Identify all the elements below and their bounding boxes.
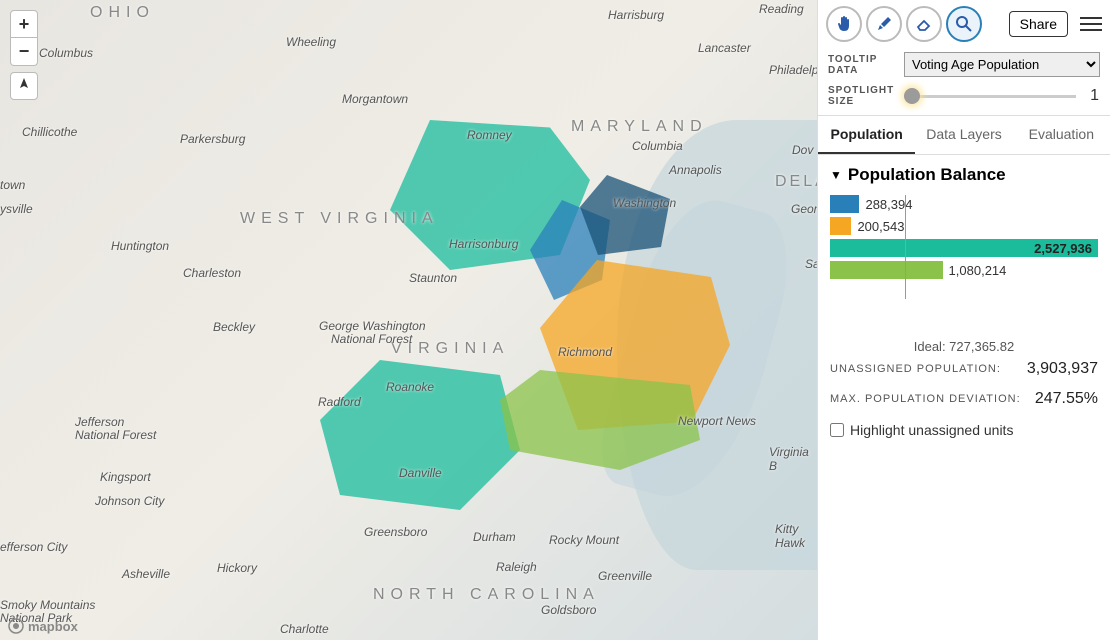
city-label: Goldsboro [541, 603, 596, 617]
bar-value: 2,527,936 [1032, 241, 1094, 256]
bar-row: 200,543 [830, 217, 1098, 235]
tooltip-data-select[interactable]: Voting Age Population [904, 52, 1100, 77]
slider-thumb[interactable] [904, 88, 920, 104]
city-label: National Forest [331, 332, 412, 346]
share-button[interactable]: Share [1009, 11, 1068, 37]
city-label: Staunton [409, 271, 457, 285]
city-label: Greensboro [364, 525, 427, 539]
menu-button[interactable] [1080, 17, 1102, 31]
bar-value: 1,080,214 [949, 263, 1007, 278]
stat-label: MAX. POPULATION DEVIATION: [830, 393, 1021, 405]
tab-evaluation[interactable]: Evaluation [1013, 116, 1110, 154]
city-label: Morgantown [342, 92, 408, 106]
city-label: Reading [759, 2, 804, 16]
city-label: Raleigh [496, 560, 537, 574]
compass-icon [17, 78, 31, 94]
tooltip-data-control: TOOLTIP DATA Voting Age Population [818, 48, 1110, 81]
deviation-stat: MAX. POPULATION DEVIATION: 247.55% [830, 384, 1098, 414]
toolbar: Share [818, 0, 1110, 48]
city-label: National Forest [75, 428, 156, 442]
bar [830, 195, 859, 213]
city-label: town [0, 178, 25, 192]
bar-row: 2,527,936 [830, 239, 1098, 257]
state-label: NORTH CAROLINA [373, 586, 600, 604]
pan-tool-button[interactable] [826, 6, 862, 42]
bar [830, 217, 851, 235]
city-label: Wheeling [286, 35, 336, 49]
city-label: Greenville [598, 569, 652, 583]
tooltip-data-label: TOOLTIP DATA [828, 54, 896, 76]
population-panel: ▼ Population Balance 288,394 200,543 2,527… [818, 155, 1110, 448]
tab-data-layers[interactable]: Data Layers [915, 116, 1012, 154]
spotlight-value: 1 [1090, 87, 1100, 105]
zoom-in-button[interactable]: + [10, 10, 38, 38]
spotlight-slider[interactable] [904, 95, 1076, 98]
city-label: Huntington [111, 239, 169, 253]
state-label: VIRGINIA [391, 340, 509, 358]
bar-row: 288,394 [830, 195, 1098, 213]
city-label: Charlotte [280, 622, 329, 636]
ideal-line [905, 195, 906, 299]
inspect-tool-button[interactable] [946, 6, 982, 42]
stat-value: 3,903,937 [1027, 360, 1098, 378]
city-label: Rocky Mount [549, 533, 619, 547]
paint-tool-button[interactable] [866, 6, 902, 42]
state-label: OHIO [90, 4, 155, 22]
city-label: Jefferson [75, 415, 124, 429]
spotlight-size-control: SPOTLIGHT SIZE 1 [818, 81, 1110, 111]
city-label: Smoky Mountains [0, 598, 95, 612]
population-bars: 288,394 200,543 2,527,936 1,080,214 [830, 195, 1098, 279]
district-region[interactable] [320, 360, 520, 510]
hand-icon [835, 15, 853, 33]
sidebar: Share TOOLTIP DATA Voting Age Population… [817, 0, 1110, 640]
mapbox-logo: mapbox [8, 618, 78, 634]
city-label: Beckley [213, 320, 255, 334]
spotlight-size-label: SPOTLIGHT SIZE [828, 85, 896, 107]
tab-population[interactable]: Population [818, 116, 915, 154]
city-label: Asheville [122, 567, 170, 581]
checkbox-input[interactable] [830, 423, 844, 437]
highlight-unassigned-checkbox[interactable]: Highlight unassigned units [830, 422, 1098, 438]
stat-label: UNASSIGNED POPULATION: [830, 363, 1001, 375]
city-label: Harrisburg [608, 8, 664, 22]
city-label: Johnson City [95, 494, 164, 508]
city-label: Lancaster [698, 41, 751, 55]
city-label: Kingsport [100, 470, 151, 484]
checkbox-label: Highlight unassigned units [850, 422, 1013, 438]
tabs: Population Data Layers Evaluation [818, 115, 1110, 155]
city-label: Parkersburg [180, 132, 245, 146]
magnify-icon [955, 15, 973, 33]
city-label: Charleston [183, 266, 241, 280]
stat-value: 247.55% [1035, 390, 1098, 408]
brush-icon [875, 15, 893, 33]
mapbox-icon [8, 618, 24, 634]
city-label: Chillicothe [22, 125, 77, 139]
unassigned-stat: UNASSIGNED POPULATION: 3,903,937 [830, 354, 1098, 384]
city-label: Hickory [217, 561, 257, 575]
state-label: MARYLAND [571, 118, 708, 136]
zoom-controls: + − [10, 10, 38, 100]
panel-title: Population Balance [848, 165, 1006, 185]
zoom-out-button[interactable]: − [10, 38, 38, 66]
bar [830, 261, 943, 279]
bar-row: 1,080,214 [830, 261, 1098, 279]
population-balance-header[interactable]: ▼ Population Balance [830, 165, 1098, 185]
city-label: ysville [0, 202, 33, 216]
city-label: George Washington [319, 319, 426, 333]
city-label: Durham [473, 530, 516, 544]
erase-tool-button[interactable] [906, 6, 942, 42]
map-canvas[interactable]: OHIO WEST VIRGINIA VIRGINIA MARYLAND NOR… [0, 0, 817, 640]
caret-down-icon: ▼ [830, 168, 842, 182]
eraser-icon [915, 15, 933, 33]
bar-value: 200,543 [857, 219, 904, 234]
city-label: Philadelp [769, 63, 818, 77]
city-label: efferson City [0, 540, 67, 554]
ideal-label: Ideal: 727,365.82 [830, 339, 1098, 354]
city-label: Columbus [39, 46, 93, 60]
compass-button[interactable] [10, 72, 38, 100]
